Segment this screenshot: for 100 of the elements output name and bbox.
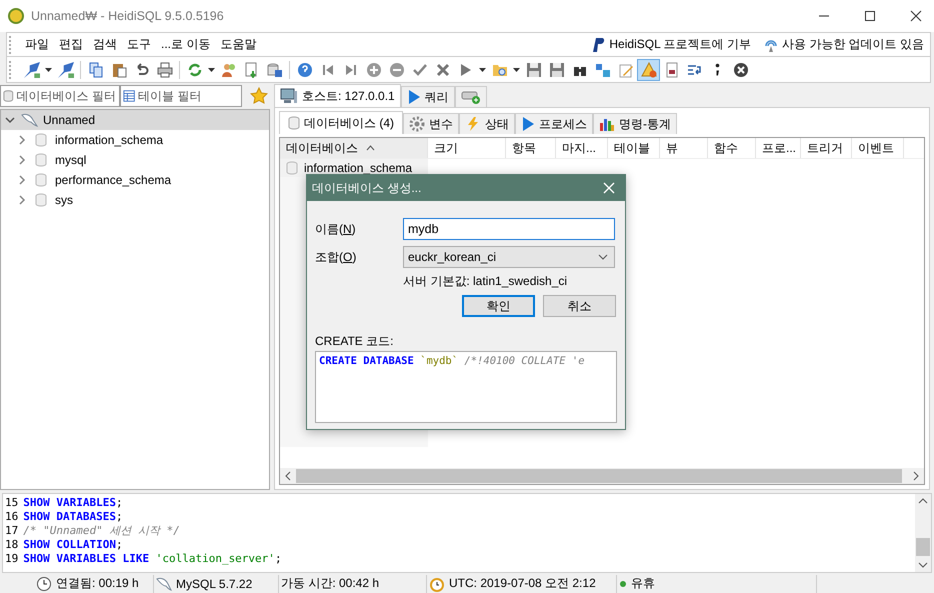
caret-icon — [208, 68, 215, 72]
column-header[interactable]: 함수 — [708, 138, 756, 158]
database-filter-field[interactable]: 데이터베이스 필터 — [16, 89, 119, 103]
minus-icon — [388, 62, 404, 78]
star-icon[interactable] — [250, 87, 268, 105]
menu-item[interactable]: 도구 — [122, 36, 156, 53]
column-header[interactable]: 데이터베이스 — [280, 138, 428, 158]
collation-dropdown[interactable]: euckr_korean_ci — [403, 246, 615, 268]
sql-line: SHOW VARIABLES LIKE 'collation_server'; — [23, 552, 282, 566]
clock-icon — [36, 576, 52, 592]
tab[interactable]: 상태 — [459, 113, 515, 134]
paste-icon — [110, 62, 126, 78]
sort-ascending-icon — [366, 145, 375, 151]
sql-line: SHOW DATABASES; — [23, 510, 123, 524]
cross-icon — [434, 62, 450, 78]
name-field[interactable]: mydb — [403, 218, 615, 240]
line-number: 15 — [4, 496, 18, 510]
table-filter-box[interactable]: 테이블 필터 — [120, 85, 242, 107]
caret-icon — [45, 68, 52, 72]
status-dot-icon — [619, 580, 627, 588]
sql-line: SHOW VARIABLES; — [23, 496, 123, 510]
line-number: 17 — [4, 524, 18, 538]
replace-icon — [594, 62, 610, 78]
play-icon — [406, 89, 421, 105]
computer-icon — [280, 88, 298, 104]
printer-icon — [156, 62, 172, 78]
maximize-button[interactable] — [864, 10, 876, 22]
app-logo-icon — [7, 7, 25, 25]
column-header[interactable]: 트리거 — [801, 138, 852, 158]
column-header[interactable]: 테이블 — [608, 138, 660, 158]
semicolon-icon — [715, 63, 720, 76]
column-header[interactable]: 이벤트 — [852, 138, 904, 158]
sql-line: /* "Unnamed" 세션 시작 */ — [23, 524, 180, 538]
menu-item[interactable]: 검색 — [88, 36, 122, 53]
stop-icon — [732, 62, 748, 78]
sql-line: SHOW COLLATION; — [23, 538, 123, 552]
tab[interactable]: 프로세스 — [515, 113, 593, 134]
database-icon — [35, 173, 47, 187]
tree-item[interactable]: performance_schema — [1, 170, 269, 190]
tab[interactable]: 쿼리 — [400, 86, 455, 107]
bar-chart-icon — [599, 116, 615, 132]
menu-item[interactable]: 파일 — [20, 36, 54, 53]
field-label: 조합(O) — [315, 248, 358, 266]
status-text: UTC: 2019-07-08 오전 2:12 — [449, 575, 596, 592]
scrollbar-thumb[interactable] — [296, 469, 902, 483]
tab[interactable]: 데이터베이스 (4) — [279, 111, 403, 134]
tab[interactable] — [454, 86, 487, 107]
copy-icon — [88, 62, 104, 78]
document-icon — [664, 62, 680, 78]
document-icon — [244, 62, 260, 78]
tab[interactable]: 변수 — [403, 113, 459, 134]
users-icon — [220, 62, 236, 78]
tree-item[interactable]: information_schema — [1, 130, 269, 150]
database-icon — [3, 89, 14, 103]
help-icon — [296, 62, 312, 78]
database-icon — [35, 133, 47, 147]
floppy-icon — [526, 62, 542, 78]
tree-item[interactable]: Unnamed — [1, 110, 269, 130]
close-button[interactable] — [910, 10, 922, 22]
status-text: MySQL 5.7.22 — [176, 576, 252, 590]
tree-item[interactable]: mysql — [1, 150, 269, 170]
line-number: 16 — [4, 510, 18, 524]
table-filter-field[interactable]: 테이블 필터 — [138, 89, 241, 103]
gear-icon — [409, 116, 425, 132]
tree-item[interactable]: sys — [1, 190, 269, 210]
tab[interactable]: 호스트: 127.0.0.1 — [274, 84, 401, 107]
add-tab-icon — [460, 89, 481, 105]
window-title: Unnamed₩ - HeidiSQL 9.5.0.5196 — [31, 9, 224, 23]
checkmark-icon — [412, 62, 428, 78]
menu-item[interactable]: 편집 — [54, 36, 88, 53]
plug-icon — [24, 62, 40, 78]
code-label: CREATE 코드: — [315, 333, 394, 350]
refresh-icon — [186, 62, 202, 78]
column-header[interactable]: 마지... — [556, 138, 608, 158]
column-header[interactable]: 프로... — [756, 138, 801, 158]
warning-button[interactable] — [637, 58, 660, 80]
database-filter-box[interactable]: 데이터베이스 필터 — [0, 85, 120, 107]
menu-item[interactable]: ...로 이동 — [156, 36, 216, 53]
table-cell: information_schema — [304, 161, 412, 175]
menu-link[interactable]: HeidiSQL 프로젝트에 기부 — [584, 36, 757, 53]
tab[interactable]: 명령-통계 — [593, 113, 677, 134]
dialog-button[interactable]: 확인 — [462, 295, 535, 317]
caret-icon — [479, 68, 486, 72]
database-icon — [288, 116, 300, 130]
column-header[interactable]: 뷰 — [660, 138, 708, 158]
status-text: 연결됨: 00:19 h — [56, 575, 139, 592]
dialog-button[interactable]: 취소 — [543, 295, 616, 317]
field-label: 이름(N) — [315, 220, 357, 238]
column-header[interactable]: 항목 — [506, 138, 556, 158]
chevron-down-icon — [598, 254, 608, 260]
menu-link[interactable]: 사용 가능한 업데이트 있음 — [756, 36, 930, 53]
scrollbar-thumb[interactable] — [916, 538, 930, 556]
warning-icon — [640, 62, 656, 78]
dialog-title: 데이터베이스 생성... — [312, 180, 422, 196]
column-header[interactable]: 크기 — [428, 138, 506, 158]
status-text: 유휴 — [631, 575, 655, 592]
code-editor[interactable]: CREATE DATABASE `mydb` /*!40100 COLLATE 'e — [315, 351, 617, 423]
pencil-icon — [618, 62, 634, 78]
status-text: 가동 시간: 00:42 h — [281, 575, 380, 592]
menu-item[interactable]: 도움말 — [215, 36, 262, 53]
